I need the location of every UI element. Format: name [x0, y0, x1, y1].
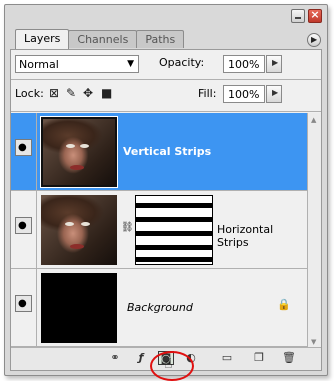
slider-arrow-icon: ▶	[272, 88, 279, 97]
fill-label: Fill:	[198, 87, 217, 100]
layer-thumbnail[interactable]	[41, 273, 117, 343]
dropdown-arrow-icon: ▼	[127, 59, 134, 69]
palette-tabs: Layers Channels Paths	[15, 29, 185, 49]
link-layers-icon[interactable]: ⚭	[107, 351, 123, 365]
fill-input[interactable]: 100%	[223, 85, 265, 103]
hand-cursor-icon: ☝	[164, 356, 173, 372]
blend-mode-select[interactable]: Normal ▼	[15, 55, 139, 73]
slider-arrow-icon: ▶	[272, 58, 279, 67]
close-button[interactable]: ×	[308, 8, 322, 23]
layer-name[interactable]: Background	[127, 301, 193, 314]
minimize-button[interactable]	[291, 9, 305, 23]
opacity-input[interactable]: 100%	[223, 55, 265, 73]
lock-image-icon[interactable]: ✎	[66, 86, 76, 100]
tab-layers[interactable]: Layers	[15, 29, 70, 49]
layer-name[interactable]: Vertical Strips	[123, 145, 211, 158]
tab-channels[interactable]: Channels	[68, 30, 138, 48]
scroll-up-icon[interactable]: ▲	[311, 116, 316, 124]
layer-mask-thumbnail[interactable]	[135, 195, 213, 265]
layer-list: ● Vertical Strips ● ⛓ Horizontal Strips …	[11, 113, 307, 349]
lock-position-icon[interactable]: ✥	[83, 86, 93, 100]
portrait-image	[43, 119, 115, 185]
divider	[11, 79, 321, 80]
new-group-icon[interactable]: ▭	[219, 351, 235, 365]
divider	[11, 111, 321, 112]
delete-layer-icon[interactable]: 🗑	[281, 351, 297, 365]
visibility-toggle[interactable]: ●	[15, 139, 32, 156]
layers-palette: × Layers Channels Paths ▶ Normal ▼ Opaci…	[4, 4, 328, 376]
palette-titlebar[interactable]: ×	[5, 5, 327, 29]
new-layer-icon[interactable]: ❐	[251, 351, 267, 365]
eye-icon: ●	[18, 298, 27, 309]
minimize-icon	[295, 17, 301, 19]
layers-scrollbar[interactable]: ▲ ▼	[307, 113, 321, 349]
visibility-cell: ●	[11, 191, 37, 268]
mask-link-icon[interactable]: ⛓	[121, 222, 134, 233]
layer-row-background[interactable]: ● Background 🔒	[11, 269, 307, 347]
menu-arrow-icon: ▶	[311, 35, 318, 44]
opacity-slider-button[interactable]: ▶	[266, 55, 282, 73]
layer-row-vertical-strips[interactable]: ● Vertical Strips	[11, 113, 307, 191]
lock-label: Lock:	[15, 87, 44, 100]
layer-row-horizontal-strips[interactable]: ● ⛓ Horizontal Strips	[11, 191, 307, 269]
eye-icon: ●	[18, 142, 27, 153]
tab-paths[interactable]: Paths	[136, 30, 185, 48]
layer-thumbnail[interactable]	[40, 116, 118, 188]
blend-mode-value: Normal	[19, 58, 59, 71]
palette-menu-button[interactable]: ▶	[307, 33, 321, 47]
visibility-cell: ●	[11, 113, 37, 190]
layer-style-icon[interactable]: ƒ	[133, 351, 149, 365]
close-icon: ×	[310, 8, 320, 21]
lock-transparent-icon[interactable]: ⊠	[49, 86, 59, 100]
blend-row: Normal ▼ Opacity: 100% ▶	[11, 50, 321, 77]
portrait-image	[41, 195, 117, 265]
visibility-toggle[interactable]: ●	[15, 217, 32, 234]
visibility-toggle[interactable]: ●	[15, 295, 32, 312]
layer-lock-icon: 🔒	[277, 298, 291, 311]
layer-name[interactable]: Horizontal Strips	[217, 223, 307, 249]
opacity-label: Opacity:	[159, 56, 205, 69]
layer-thumbnail[interactable]	[41, 195, 117, 265]
layers-panel: Normal ▼ Opacity: 100% ▶ Lock: ⊠ ✎ ✥ ■ F…	[10, 49, 322, 371]
visibility-cell: ●	[11, 269, 37, 346]
scroll-down-icon[interactable]: ▼	[311, 338, 316, 346]
lock-all-icon[interactable]: ■	[101, 86, 112, 100]
fill-slider-button[interactable]: ▶	[266, 85, 282, 103]
eye-icon: ●	[18, 220, 27, 231]
